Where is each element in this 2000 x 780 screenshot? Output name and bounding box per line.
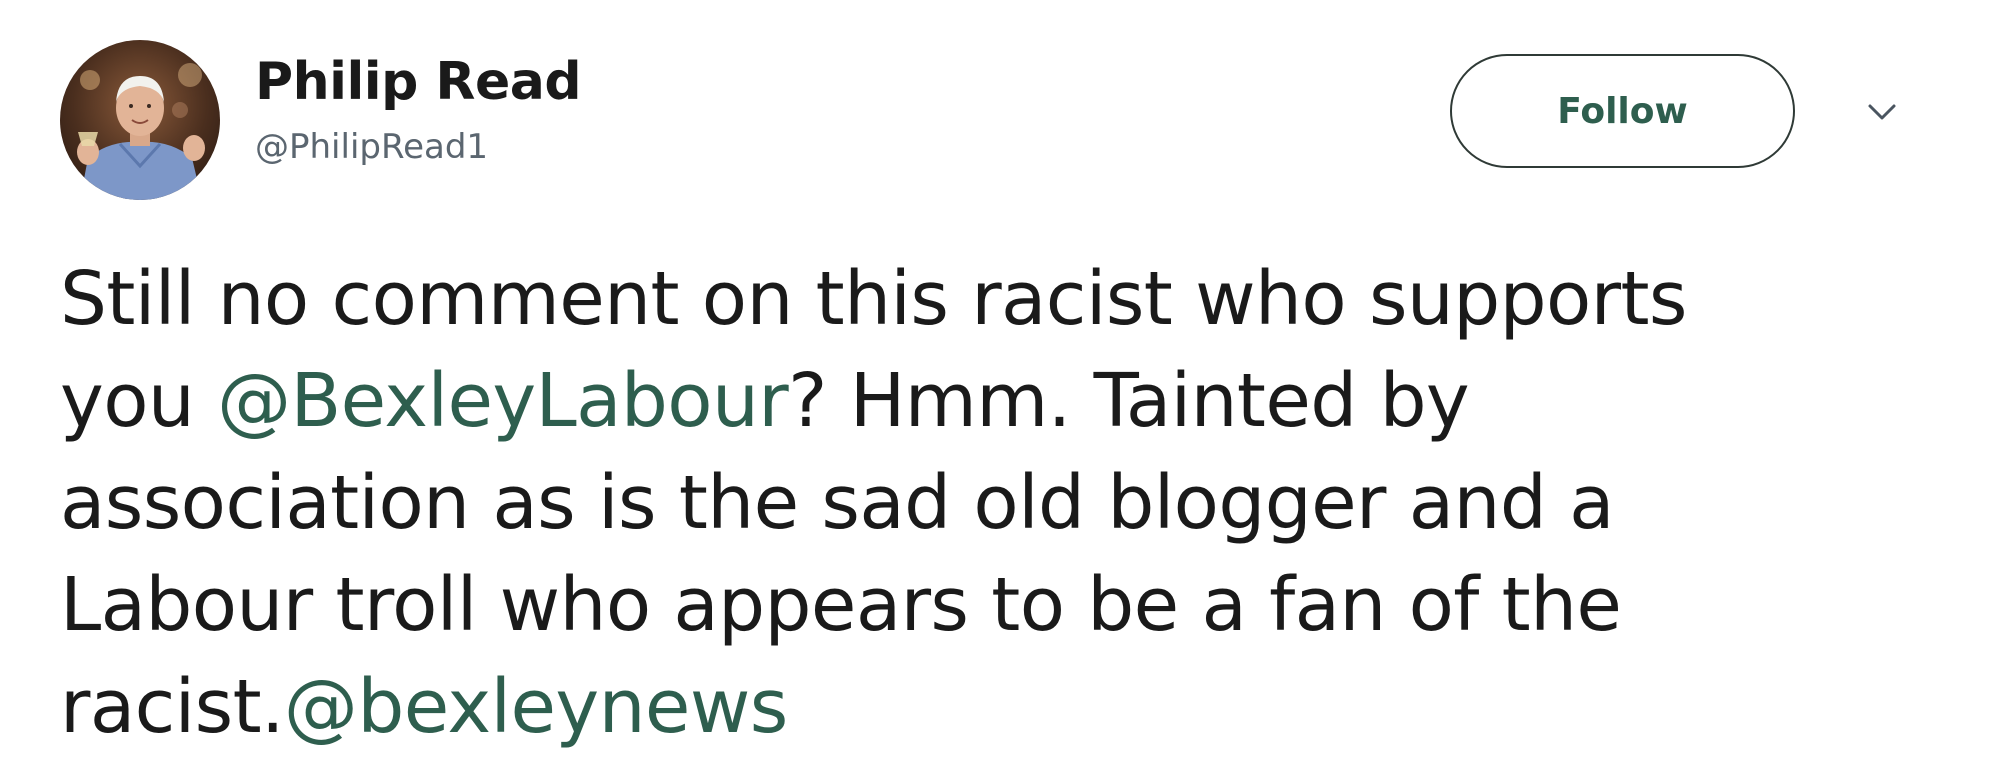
- tweet-line: association as is the sad old blogger an…: [60, 452, 1960, 554]
- tweet-line: racist.@bexleynews: [60, 656, 1960, 758]
- follow-button[interactable]: Follow: [1450, 54, 1795, 168]
- author-handle[interactable]: @PhilipRead1: [255, 122, 581, 172]
- tweet-text-segment: you: [60, 358, 218, 444]
- avatar[interactable]: [60, 40, 220, 200]
- tweet-line: Labour troll who appears to be a fan of …: [60, 554, 1960, 656]
- author-info: Philip Read @PhilipRead1: [255, 50, 582, 172]
- tweet-text-segment: Labour troll who appears to be a fan of …: [60, 562, 1622, 648]
- tweet-header: Philip Read @PhilipRead1 Follow: [0, 0, 2000, 230]
- tweet-text-segment: association as is the sad old blogger an…: [60, 460, 1614, 546]
- tweet-line: Still no comment on this racist who supp…: [60, 248, 1960, 350]
- mention-link-bexleynews[interactable]: @bexleynews: [284, 664, 788, 750]
- tweet-text-segment: ? Hmm. Tainted by: [788, 358, 1470, 444]
- author-display-name[interactable]: Philip Read: [255, 50, 582, 114]
- chevron-down-icon[interactable]: [1862, 98, 1902, 128]
- tweet-text-segment: racist.: [60, 664, 285, 750]
- follow-button-label: Follow: [1557, 90, 1688, 132]
- tweet-card: Philip Read @PhilipRead1 Follow Still no…: [0, 0, 2000, 780]
- avatar-photo-icon: [60, 40, 220, 200]
- tweet-text: Still no comment on this racist who supp…: [60, 248, 1960, 758]
- tweet-text-segment: Still no comment on this racist who supp…: [60, 256, 1687, 342]
- mention-link-bexleylabour[interactable]: @BexleyLabour: [217, 358, 789, 444]
- tweet-line: you @BexleyLabour? Hmm. Tainted by: [60, 350, 1960, 452]
